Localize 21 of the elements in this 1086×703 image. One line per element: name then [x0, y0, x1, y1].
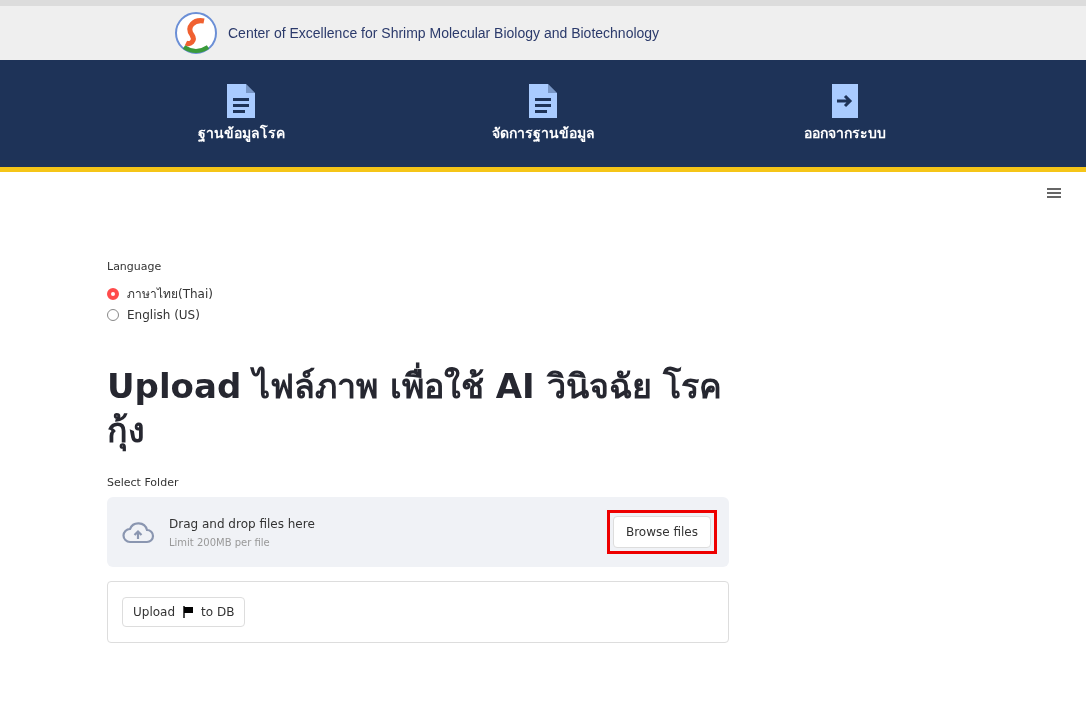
nav-link[interactable]: ฐานข้อมูลโรค	[197, 83, 285, 144]
cloud-upload-icon	[121, 520, 155, 545]
site-title: Center of Excellence for Shrimp Molecular Biology and Biotechnology	[228, 25, 660, 41]
language-radio[interactable]: ภาษาไทย(Thai)	[107, 284, 729, 303]
language-radio[interactable]: English (US)	[107, 308, 729, 322]
menu-icon[interactable]	[1047, 188, 1061, 198]
folder-label: Select Folder	[107, 476, 180, 490]
drop-zone[interactable]: Drag and drop files here Limit 200MB per file Browse files	[107, 497, 729, 568]
document-icon	[227, 83, 255, 118]
nav-link[interactable]: จัดการฐานข้อมูล	[491, 83, 595, 144]
document-icon	[529, 83, 557, 118]
language-label: Language	[107, 260, 163, 273]
exit-icon	[832, 83, 858, 118]
page-heading: Upload ไฟล์ภาพ เพื่อใช้ AI วินิจฉัย โรคกุ้ง	[107, 364, 729, 453]
flag-icon	[183, 606, 194, 619]
upload-button[interactable]: Upload to DB	[122, 597, 246, 628]
browse-files-button[interactable]: Browse files	[612, 516, 711, 549]
size-limit: Limit 200MB per file	[169, 536, 271, 548]
nav-link[interactable]: ออกจากระบบ	[804, 83, 886, 144]
shrimp-logo	[174, 11, 218, 55]
drop-prompt: Drag and drop files here	[169, 516, 316, 531]
